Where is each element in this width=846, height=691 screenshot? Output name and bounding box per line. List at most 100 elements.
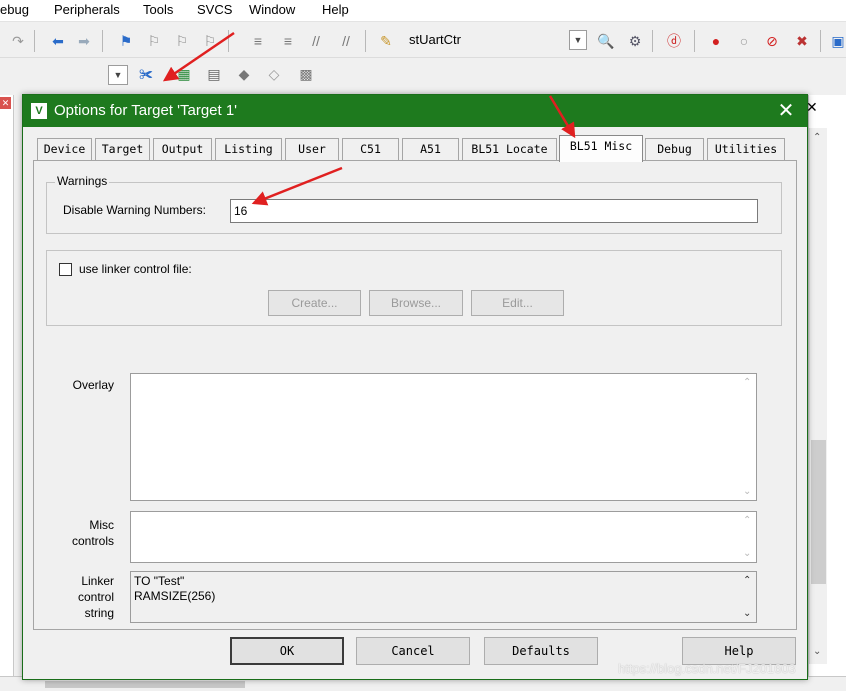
window-icon[interactable]: ▣ [828,31,846,51]
linker-control-line1: TO "Test" [134,574,185,588]
tab-utilities[interactable]: Utilities [707,138,785,160]
linker-control-label: Linker control string [58,573,114,621]
scrollbar-thumb[interactable] [811,440,826,584]
misc-controls-label-line2: controls [71,534,114,548]
scroll-up-icon[interactable]: ⌃ [743,377,751,388]
linker-control-label-line1: Linker [81,574,114,588]
tab-bl51-misc[interactable]: BL51 Misc [559,135,643,162]
scroll-down-icon[interactable]: ⌄ [813,646,821,657]
disable-warning-input[interactable]: 16 [230,199,758,223]
rte-icon[interactable]: ◆ [234,64,254,84]
breakpoint-enable-icon[interactable]: ○ [734,31,754,51]
chevron-down-icon[interactable]: ▼ [108,65,128,85]
file-extensions-icon[interactable]: ▤ [204,64,224,84]
scroll-down-icon[interactable]: ⌄ [743,486,751,497]
misc-controls-textarea[interactable]: ⌃ ⌄ [130,511,757,563]
cancel-button[interactable]: Cancel [356,637,470,665]
toolbar-separator [694,30,695,52]
tab-device[interactable]: Device [37,138,92,160]
nav-forward-icon[interactable]: ➡ [74,31,94,51]
tab-c51[interactable]: C51 [342,138,399,160]
close-icon[interactable]: ✕ [0,97,11,109]
linker-control-label-line3: string [84,606,114,620]
options-for-target-icon[interactable]: ✀ [136,64,156,84]
manage-components-icon[interactable]: ▦ [174,64,194,84]
scroll-down-icon[interactable]: ⌄ [743,608,751,619]
menu-debug[interactable]: ebug [0,2,29,17]
tab-strip: Device Target Output Listing User C51 A5… [37,135,797,162]
misc-controls-scrollbar[interactable]: ⌃ ⌄ [739,512,756,562]
tab-listing[interactable]: Listing [215,138,282,160]
bookmark-clear-icon[interactable]: ⚐ [200,31,220,51]
options-dialog: V Options for Target 'Target 1' ✕ Device… [22,94,808,680]
redo-icon[interactable]: ↷ [8,31,28,51]
scroll-up-icon[interactable]: ⌃ [743,515,751,526]
overlay-label: Overlay [72,378,114,392]
toolbar-separator [652,30,653,52]
edit-button[interactable]: Edit... [471,290,564,316]
browse-button[interactable]: Browse... [369,290,463,316]
chevron-down-icon[interactable]: ▼ [569,30,587,50]
breakpoint-kill-icon[interactable]: ✖ [792,31,812,51]
comment-icon[interactable]: // [306,31,326,51]
tools-icon[interactable]: ⚙ [625,31,645,51]
linker-control-line2: RAMSIZE(256) [134,589,216,603]
breakpoint-insert-icon[interactable]: ● [706,31,726,51]
debug-session-icon[interactable]: ⓓ [664,31,684,51]
scroll-up-icon[interactable]: ⌃ [813,132,821,143]
create-button[interactable]: Create... [268,290,361,316]
tab-output[interactable]: Output [153,138,212,160]
bookmark-icon[interactable]: ⚑ [116,31,136,51]
menu-svcs[interactable]: SVCS [197,2,232,17]
linker-control-scrollbar[interactable]: ⌃ ⌄ [739,572,756,622]
scroll-up-icon[interactable]: ⌃ [743,575,751,586]
linker-control-label-line2: control [77,590,114,604]
unindent-icon[interactable]: ≡ [278,31,298,51]
toolbar-build: ▼ ✀ ▦ ▤ ◆ ◇ ▩ [0,59,846,91]
misc-controls-label-line1: Misc [89,518,114,532]
find-in-files-icon[interactable]: ✎ [376,31,396,51]
menu-peripherals[interactable]: Peripherals [54,2,120,17]
tab-user[interactable]: User [285,138,339,160]
dialog-titlebar: V Options for Target 'Target 1' ✕ [23,95,807,127]
toolbar-separator [820,30,821,52]
use-linker-file-label: use linker control file: [79,262,192,276]
menu-window[interactable]: Window [249,2,295,17]
toolbar-separator [228,30,229,52]
nav-back-icon[interactable]: ⬅ [48,31,68,51]
watermark: https://blog.csdn.net/FJ201603 [618,661,796,676]
bookmark-next-icon[interactable]: ⚐ [172,31,192,51]
warnings-group-title: Warnings [55,174,110,188]
tab-debug[interactable]: Debug [645,138,704,160]
menu-tools[interactable]: Tools [143,2,173,17]
overlay-scrollbar[interactable]: ⌃ ⌄ [739,374,756,500]
overlay-textarea[interactable]: ⌃ ⌄ [130,373,757,501]
tab-bl51-locate[interactable]: BL51 Locate [462,138,557,160]
scroll-down-icon[interactable]: ⌄ [743,548,751,559]
menu-help[interactable]: Help [322,2,349,17]
breakpoint-disable-icon[interactable]: ⊘ [762,31,782,51]
target-name-combo[interactable]: stUartCtr [409,32,461,47]
editor-scrollbar[interactable]: ⌃ ⌄ [809,128,827,664]
keil-logo-icon: V [31,103,47,119]
horizontal-scrollbar-thumb[interactable] [45,681,245,688]
toolbar-separator [365,30,366,52]
project-panel [0,95,14,691]
uncomment-icon[interactable]: // [336,31,356,51]
linker-control-string-box: TO "Test" RAMSIZE(256) ⌃ ⌄ [130,571,757,623]
close-button[interactable]: ✕ [771,98,801,124]
ok-button[interactable]: OK [230,637,344,665]
tab-a51[interactable]: A51 [402,138,459,160]
misc-controls-label: Misc controls [58,517,114,549]
bookmark-prev-icon[interactable]: ⚐ [144,31,164,51]
toolbar-main: ↷ ⬅ ➡ ⚑ ⚐ ⚐ ⚐ ≡ ≡ // // ✎ stUartCtr ▼ 🔍 … [0,24,846,58]
toolbar-separator [102,30,103,52]
incremental-find-icon[interactable]: 🔍 [596,31,616,51]
menu-bar: ebug Peripherals Tools SVCS Window Help [0,0,846,22]
indent-icon[interactable]: ≡ [248,31,268,51]
select-packs-icon[interactable]: ▩ [296,64,316,84]
tab-target[interactable]: Target [95,138,150,160]
pack-installer-icon[interactable]: ◇ [264,64,284,84]
use-linker-file-checkbox[interactable] [59,263,72,276]
defaults-button[interactable]: Defaults [484,637,598,665]
